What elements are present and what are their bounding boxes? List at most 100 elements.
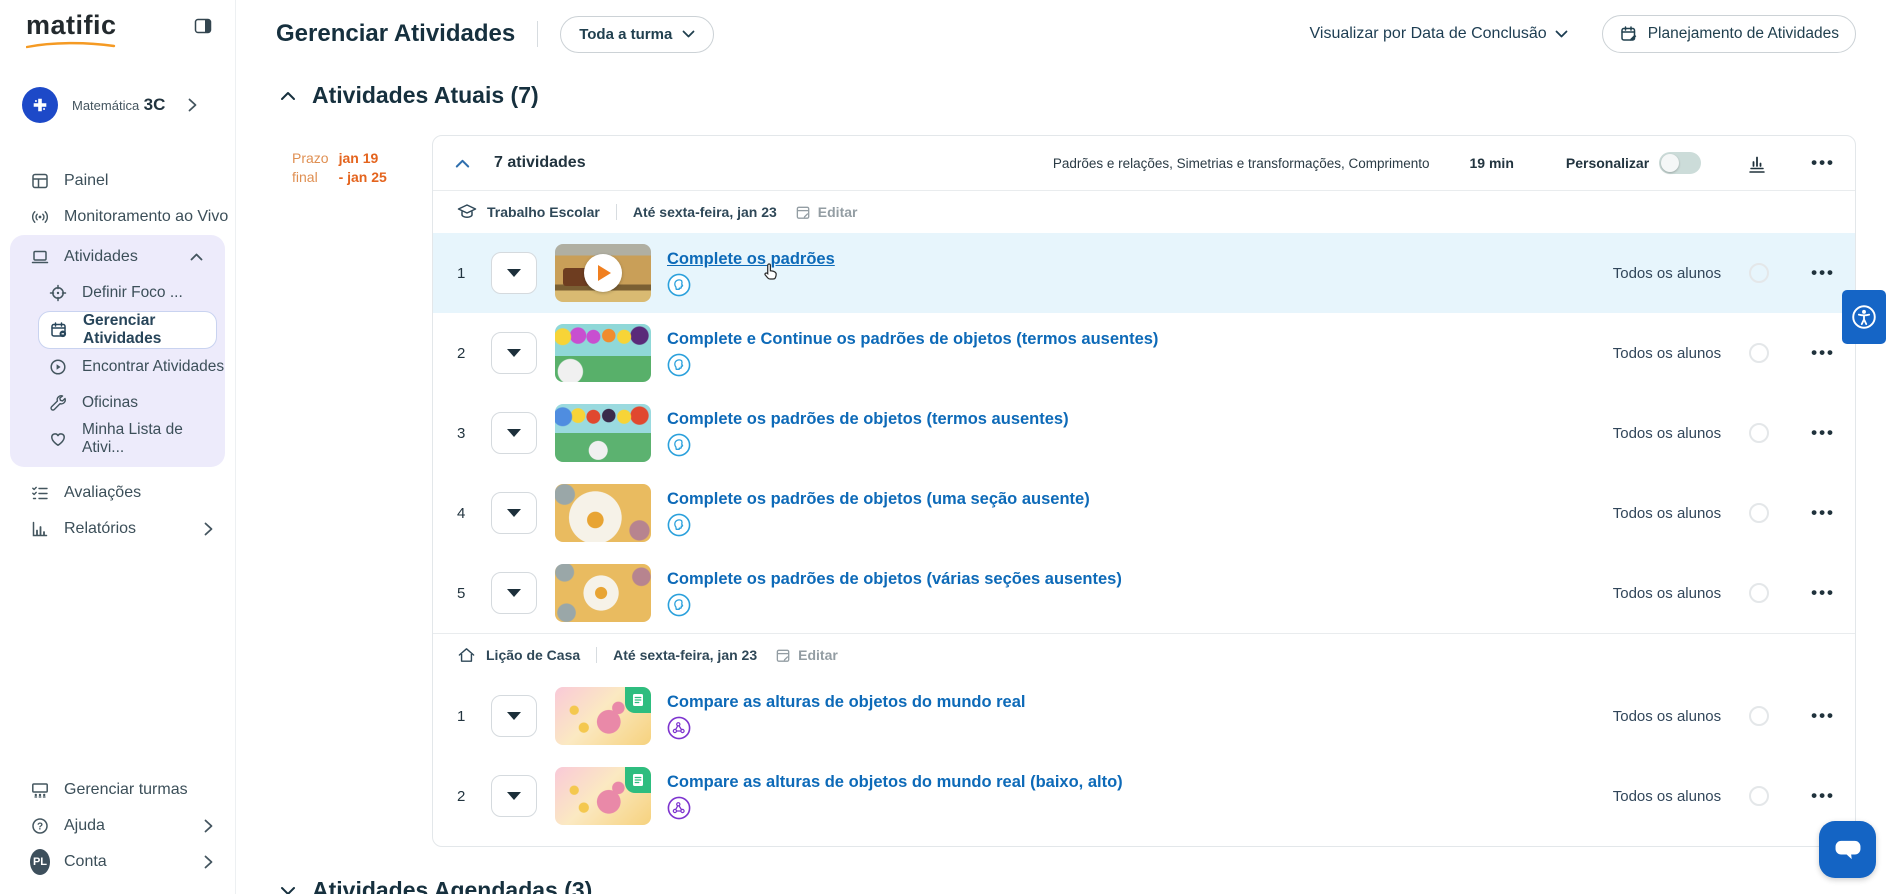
chevron-down-icon — [1555, 30, 1568, 38]
activity-row[interactable]: 2 Complete e Continue os padrões de obje… — [433, 313, 1855, 393]
row-menu-button[interactable]: ••• — [1811, 786, 1835, 806]
row-menu-button[interactable]: ••• — [1811, 263, 1835, 283]
reorder-dropdown[interactable] — [491, 775, 537, 817]
row-menu-button[interactable]: ••• — [1811, 503, 1835, 523]
sidebar-item-monitoramento[interactable]: Monitoramento ao Vivo — [0, 199, 235, 235]
activity-thumbnail[interactable] — [555, 244, 651, 302]
wrench-icon — [48, 393, 68, 413]
toggle-knob — [1661, 154, 1680, 172]
row-menu-button[interactable]: ••• — [1811, 343, 1835, 363]
sidebar-item-atividades[interactable]: Atividades — [10, 239, 225, 275]
progress-ring — [1749, 583, 1770, 603]
sidebar-item-relatorios[interactable]: Relatórios — [0, 511, 235, 547]
activity-thumbnail[interactable] — [555, 404, 651, 462]
reorder-dropdown[interactable] — [491, 572, 537, 614]
dashboard-icon — [30, 171, 50, 191]
sidebar-item-label: Definir Foco ... — [82, 284, 183, 301]
math-subject-icon — [33, 98, 47, 112]
row-menu-button[interactable]: ••• — [1811, 583, 1835, 603]
edit-due-date-button[interactable]: Editar — [795, 204, 857, 221]
report-chart-button[interactable] — [1747, 152, 1767, 174]
activity-title-link[interactable]: Complete os padrões — [667, 250, 835, 269]
worksheet-badge-icon — [625, 767, 651, 793]
class-filter-label: Toda a turma — [579, 25, 673, 43]
sidebar-nav: Painel Monitoramento ao Vivo Atividades … — [0, 163, 235, 547]
personalize-toggle[interactable] — [1659, 152, 1702, 174]
personalize-label: Personalizar — [1565, 155, 1650, 171]
group-header-licao-de-casa: Lição de Casa Até sexta-feira, jan 23 Ed… — [433, 634, 1855, 676]
activity-title-link[interactable]: Compare as alturas de objetos do mundo r… — [667, 693, 1026, 712]
sidebar-item-oficinas[interactable]: Oficinas — [10, 385, 225, 421]
activity-title-link[interactable]: Complete os padrões de objetos (uma seçã… — [667, 490, 1090, 509]
row-menu-button[interactable]: ••• — [1811, 423, 1835, 443]
sidebar-item-definir-foco[interactable]: Definir Foco ... — [10, 275, 225, 311]
section-title: Atividades Atuais (7) — [312, 82, 539, 108]
activity-title-link[interactable]: Compare as alturas de objetos do mundo r… — [667, 773, 1123, 792]
activities-panel: 7 atividades Padrões e relações, Simetri… — [432, 135, 1856, 847]
caret-down-icon — [507, 429, 521, 437]
activity-thumbnail[interactable] — [555, 767, 651, 825]
class-selector[interactable]: Matemática 3C — [22, 87, 219, 123]
sidebar-collapse-button[interactable] — [191, 14, 215, 38]
reorder-dropdown[interactable] — [491, 695, 537, 737]
chevron-right-icon — [204, 522, 213, 536]
accessibility-widget-button[interactable] — [1842, 290, 1886, 344]
activity-title-link[interactable]: Complete os padrões de objetos (várias s… — [667, 570, 1122, 589]
page-header: Gerenciar Atividades Toda a turma Visual… — [236, 12, 1886, 56]
activity-thumbnail[interactable] — [555, 484, 651, 542]
activity-row[interactable]: 4 Complete os padrões de objetos (uma se… — [433, 473, 1855, 553]
activity-thumbnail[interactable] — [555, 324, 651, 382]
sidebar-item-minha-lista[interactable]: Minha Lista de Ativi... — [10, 421, 225, 457]
activity-planning-button[interactable]: Planejamento de Atividades — [1601, 15, 1856, 53]
reorder-dropdown[interactable] — [491, 412, 537, 454]
activity-title-link[interactable]: Complete e Continue os padrões de objeto… — [667, 330, 1158, 349]
sidebar-item-ajuda[interactable]: ? Ajuda — [0, 808, 235, 844]
chevron-right-icon — [204, 819, 213, 833]
edit-due-date-button[interactable]: Editar — [775, 647, 838, 664]
episode-type-icon — [667, 593, 691, 616]
activity-thumbnail[interactable] — [555, 687, 651, 745]
group-due-date: Até sexta-feira, jan 23 — [632, 204, 777, 220]
sidebar-item-avaliacoes[interactable]: Avaliações — [0, 475, 235, 511]
bar-chart-icon — [1749, 156, 1765, 173]
sidebar-item-conta[interactable]: PL Conta — [0, 844, 235, 880]
reorder-dropdown[interactable] — [491, 332, 537, 374]
caret-down-icon — [507, 349, 521, 357]
activity-row[interactable]: 3 Complete os padrões de objetos (termos… — [433, 393, 1855, 473]
sidebar-item-encontrar-atividades[interactable]: Encontrar Atividades — [10, 349, 225, 385]
matific-logo[interactable]: matific — [26, 12, 117, 49]
audience-label: Todos os alunos — [1612, 424, 1722, 442]
sidebar-item-label: Gerenciar Atividades — [83, 312, 162, 347]
calendar-pencil-icon — [1620, 26, 1636, 41]
logo-text: matific — [26, 10, 117, 40]
activity-row[interactable]: 1 Complete os padrões Todos os alunos ••… — [433, 233, 1855, 313]
svg-text:?: ? — [37, 822, 43, 833]
activity-title-link[interactable]: Complete os padrões de objetos (termos a… — [667, 410, 1069, 429]
view-by-dropdown[interactable]: Visualizar por Data de Conclusão — [1310, 25, 1568, 43]
section-collapse-button[interactable] — [280, 886, 296, 894]
episode-type-icon — [667, 353, 691, 376]
caret-down-icon — [507, 712, 521, 720]
sidebar: matific Matemática 3C Painel Monitoramen… — [0, 0, 236, 894]
activity-number: 4 — [457, 504, 466, 522]
section-collapse-button[interactable] — [280, 91, 296, 101]
class-filter-dropdown[interactable]: Toda a turma — [560, 15, 715, 53]
audience-label: Todos os alunos — [1612, 707, 1722, 725]
sidebar-item-painel[interactable]: Painel — [0, 163, 235, 199]
panel-collapse-button[interactable] — [455, 159, 470, 168]
sidebar-item-gerenciar-atividades[interactable]: Gerenciar Atividades — [38, 311, 217, 349]
sidebar-item-label: Encontrar Atividades — [82, 358, 225, 375]
current-section-body: Prazo final jan 19- jan 25 7 atividades P… — [236, 135, 1886, 847]
reorder-dropdown[interactable] — [491, 492, 537, 534]
sidebar-item-label: Conta — [64, 853, 107, 870]
panel-menu-button[interactable]: ••• — [1811, 153, 1835, 173]
activity-row[interactable]: 1 Compare as alturas de objetos do mundo… — [433, 676, 1855, 756]
activity-thumbnail[interactable] — [555, 564, 651, 622]
reorder-dropdown[interactable] — [491, 252, 537, 294]
sidebar-item-gerenciar-turmas[interactable]: Gerenciar turmas — [0, 772, 235, 808]
activity-row[interactable]: 2 Compare as alturas de objetos do mundo… — [433, 756, 1855, 836]
row-menu-button[interactable]: ••• — [1811, 706, 1835, 726]
play-overlay-icon[interactable] — [584, 254, 622, 292]
activity-row[interactable]: 5 Complete os padrões de objetos (várias… — [433, 553, 1855, 633]
chat-widget-button[interactable] — [1819, 821, 1876, 878]
